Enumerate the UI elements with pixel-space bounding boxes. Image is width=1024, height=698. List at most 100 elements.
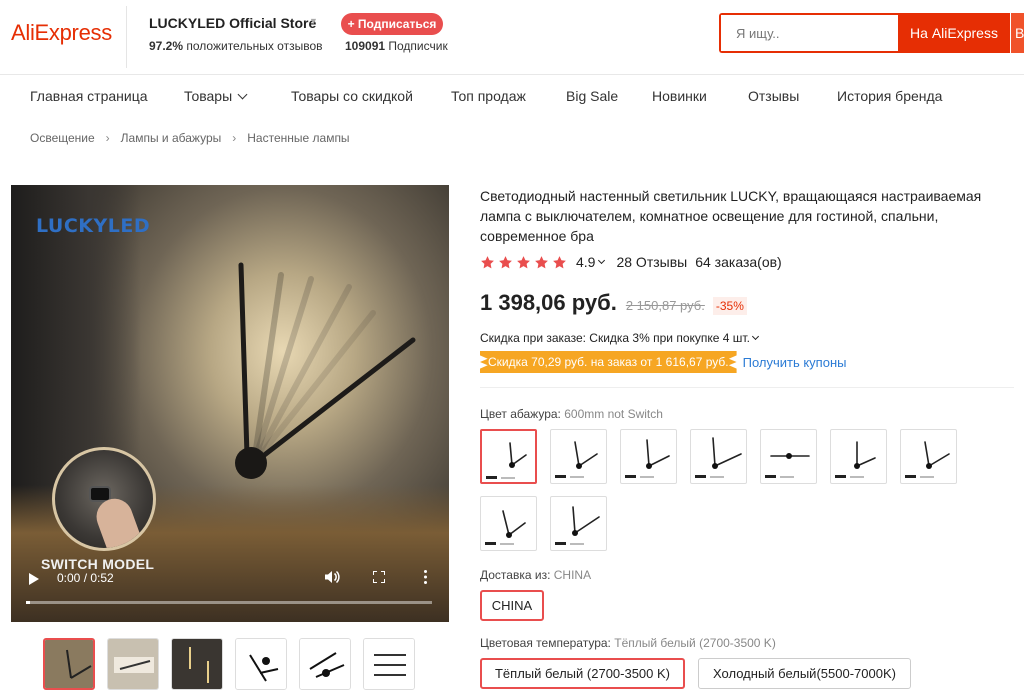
rating-value[interactable]: 4.9 (576, 254, 595, 270)
shade-color-option[interactable] (830, 429, 887, 484)
subscriber-number: 109091 (345, 39, 386, 53)
ship-from-label: Доставка из: CHINA (480, 568, 591, 582)
coupon-badge: Скидка 70,29 руб. на заказ от 1 616,67 р… (480, 351, 737, 373)
shade-color-option[interactable] (480, 429, 537, 484)
thumbnail[interactable] (299, 638, 351, 690)
brand-overlay: LUCKYLED (36, 215, 150, 237)
bulk-discount[interactable]: Скидка при заказе: Скидка 3% при покупке… (480, 331, 759, 345)
thumbnail[interactable] (171, 638, 223, 690)
coupon-row: Скидка 70,29 руб. на заказ от 1 616,67 р… (480, 351, 846, 373)
bulk-discount-text: Скидка при заказе: Скидка 3% при покупке… (480, 331, 750, 345)
ship-from-option[interactable]: CHINA (480, 590, 544, 621)
video-progress-bar[interactable] (26, 601, 432, 604)
brand-overlay-text: LUCKYLED (36, 215, 151, 237)
nav-home[interactable]: Главная страница (30, 88, 148, 104)
shade-color-title: Цвет абажура: (480, 407, 561, 421)
color-temp-option[interactable]: Холодный белый(5500-7000K) (698, 658, 911, 689)
nav-brand-story[interactable]: История бренда (837, 88, 942, 104)
search-aliexpress-button[interactable]: На AliExpress (898, 13, 1010, 53)
chevron-down-icon[interactable] (598, 256, 606, 264)
thumbnail-strip (43, 638, 463, 690)
orders-count: 64 заказа(ов) (695, 254, 782, 270)
subscriber-count: 109091 Подписчик (345, 39, 448, 53)
store-header: AliExpress LUCKYLED Official Store ▼ 97.… (0, 0, 1024, 75)
subscribe-button[interactable]: + Подписаться (341, 13, 443, 35)
subscriber-text: Подписчик (388, 39, 448, 53)
product-video[interactable]: LUCKYLED SWITCH MODEL 0:00 / 0:52 (11, 185, 449, 622)
lamp-thumbnail-icon (695, 437, 742, 478)
shade-color-option[interactable] (550, 429, 607, 484)
store-rating: 97.2% положительных отзывов (149, 39, 323, 53)
lamp-thumbnail-icon (555, 506, 600, 545)
search-input[interactable] (721, 15, 897, 51)
reviews-count[interactable]: 28 Отзывы (616, 254, 687, 270)
search-store-button[interactable]: В (1010, 13, 1024, 53)
divider (480, 387, 1014, 388)
nav-top-sales[interactable]: Топ продаж (451, 88, 526, 104)
color-temp-title: Цветовая температура: (480, 636, 611, 650)
current-price: 1 398,06 руб. (480, 290, 617, 315)
store-dropdown-icon[interactable]: ▼ (309, 16, 318, 26)
fullscreen-icon[interactable] (373, 571, 385, 583)
nav-products[interactable]: Товары (184, 88, 248, 104)
video-controls: 0:00 / 0:52 (11, 565, 449, 622)
breadcrumb-item[interactable]: Настенные лампы (247, 131, 349, 145)
thumbnail[interactable] (43, 638, 95, 690)
lamp-thumbnail-icon (905, 441, 950, 478)
nav-products-label: Товары (184, 88, 233, 104)
shade-color-label: Цвет абажура: 600mm not Switch (480, 407, 663, 421)
nav-new[interactable]: Новинки (652, 88, 707, 104)
nav-big-sale[interactable]: Big Sale (566, 88, 618, 104)
shade-color-option[interactable] (690, 429, 747, 484)
color-temp-label: Цветовая температура: Тёплый белый (2700… (480, 636, 776, 650)
thumbnail[interactable] (107, 638, 159, 690)
nav-reviews[interactable]: Отзывы (748, 88, 799, 104)
price-row: 1 398,06 руб. 2 150,87 руб. -35% (480, 290, 747, 320)
shade-color-option[interactable] (480, 496, 537, 551)
rating-stars[interactable] (480, 255, 570, 270)
discount-badge: -35% (712, 297, 747, 315)
lamp-thumbnail-icon (835, 441, 876, 478)
lamp-thumbnail-icon (555, 441, 598, 478)
switch-closeup (52, 447, 156, 551)
product-title: Светодиодный настенный светильник LUCKY,… (480, 188, 982, 244)
video-progress-fill (26, 601, 31, 604)
rating-row: 4.9 28 Отзывы 64 заказа(ов) (480, 252, 782, 272)
lamp-thumbnail-icon (765, 453, 810, 478)
lamp-thumbnail-icon (485, 510, 526, 545)
star-icon (535, 255, 548, 268)
ship-from-title: Доставка из: (480, 568, 551, 582)
play-icon[interactable] (29, 573, 39, 585)
header-divider (126, 6, 127, 68)
chevron-down-icon (751, 332, 759, 341)
store-name[interactable]: LUCKYLED Official Store (149, 15, 316, 31)
finger-image (91, 493, 147, 548)
get-coupons-link[interactable]: Получить купоны (743, 355, 847, 370)
store-rating-value: 97.2% (149, 39, 184, 53)
more-options-icon[interactable] (424, 570, 427, 584)
shade-color-selected: 600mm not Switch (564, 407, 663, 421)
thumbnail[interactable] (235, 638, 287, 690)
lamp-thumbnail-icon (625, 439, 670, 478)
chevron-right-icon: › (232, 131, 237, 145)
shade-color-option[interactable] (550, 496, 607, 551)
shade-color-option[interactable] (760, 429, 817, 484)
breadcrumb-item[interactable]: Освещение (30, 131, 95, 145)
shade-color-option[interactable] (620, 429, 677, 484)
breadcrumb-item[interactable]: Лампы и абажуры (121, 131, 222, 145)
aliexpress-logo[interactable]: AliExpress (11, 20, 112, 46)
star-icon (517, 255, 530, 268)
ship-from-selected: CHINA (553, 568, 592, 582)
volume-icon[interactable] (324, 569, 340, 585)
star-icon (499, 255, 512, 268)
breadcrumb: Освещение › Лампы и абажуры › Настенные ламп… (30, 131, 350, 145)
color-temp-option[interactable]: Тёплый белый (2700-3500 K) (480, 658, 685, 689)
store-nav: Главная страница Товары Товары со скидко… (0, 76, 1024, 116)
star-icon (481, 255, 494, 268)
thumbnail[interactable] (363, 638, 415, 690)
search-bar: На AliExpress В (719, 13, 1024, 53)
color-temp-selected: Тёплый белый (2700-3500 K) (614, 636, 776, 650)
nav-discounted[interactable]: Товары со скидкой (291, 88, 413, 104)
lamp-thumbnail-icon (486, 442, 527, 479)
shade-color-option[interactable] (900, 429, 957, 484)
